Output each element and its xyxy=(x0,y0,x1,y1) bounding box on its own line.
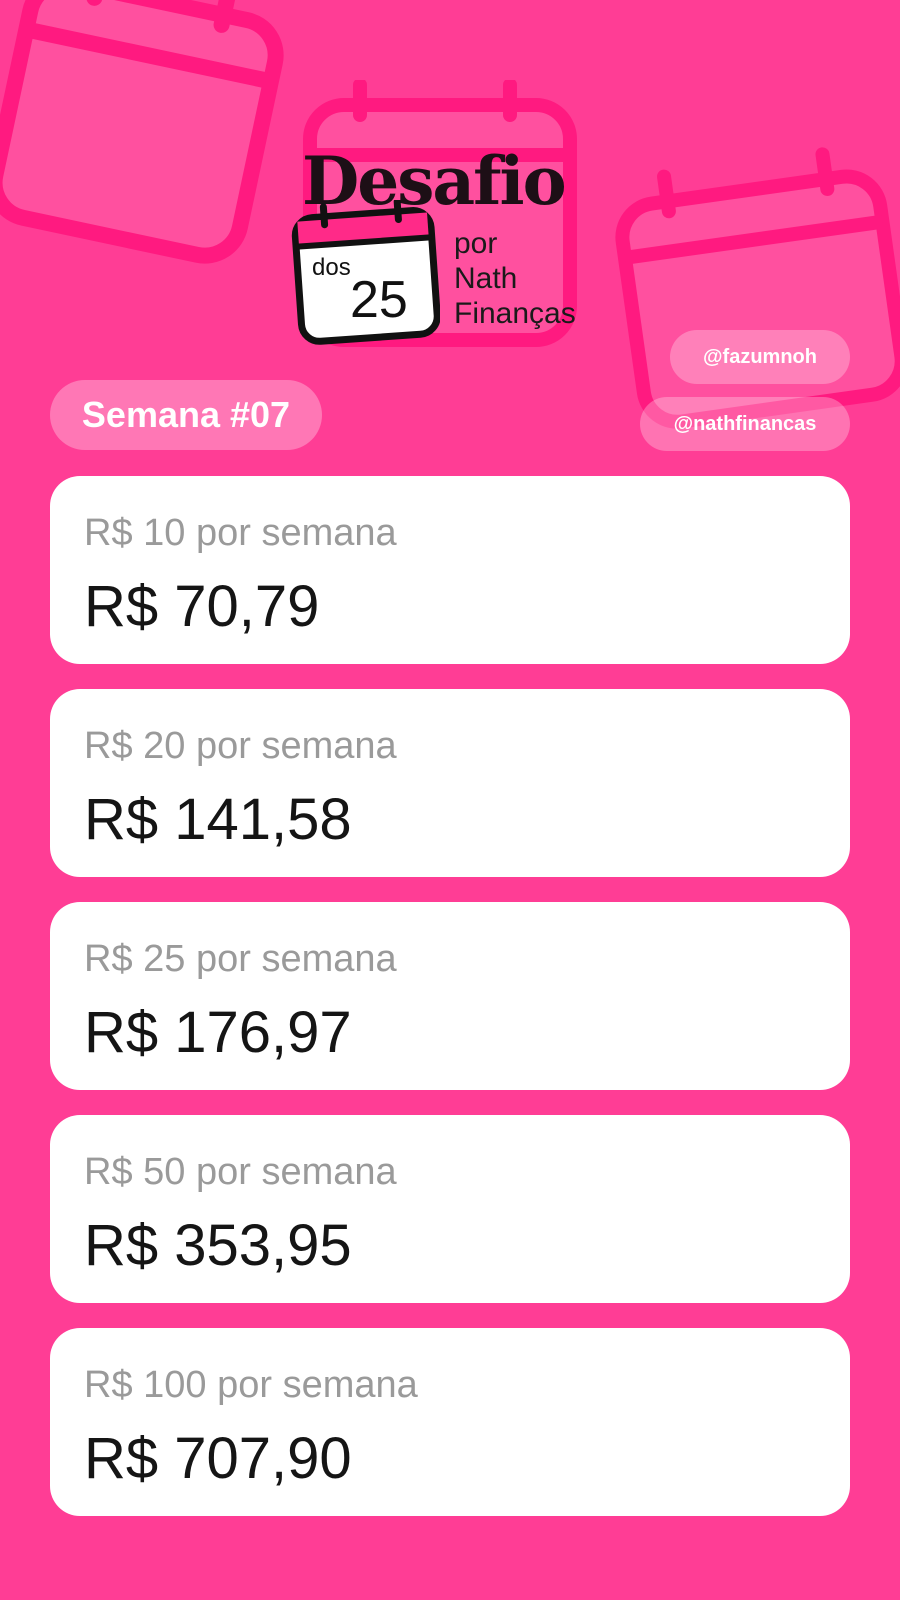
background-calendar-icon xyxy=(0,0,284,264)
savings-card: R$ 50 por semana R$ 353,95 xyxy=(50,1115,850,1303)
card-amount: R$ 70,79 xyxy=(84,574,320,639)
card-weekly-rate: R$ 100 por semana xyxy=(84,1364,418,1406)
card-amount: R$ 353,95 xyxy=(84,1213,352,1278)
handle-fazumnoh[interactable]: @fazumnoh xyxy=(670,330,850,384)
savings-card: R$ 25 por semana R$ 176,97 xyxy=(50,902,850,1090)
savings-card-list: R$ 10 por semana R$ 70,79 R$ 20 por sema… xyxy=(50,476,850,1541)
handle-nathfinancas[interactable]: @nathfinancas xyxy=(640,397,850,451)
card-amount: R$ 176,97 xyxy=(84,1000,352,1065)
background-calendar-icon xyxy=(615,147,900,429)
card-weekly-rate: R$ 20 por semana xyxy=(84,725,397,767)
logo-byline-por: por xyxy=(454,227,498,260)
savings-card: R$ 100 por semana R$ 707,90 xyxy=(50,1328,850,1516)
week-badge: Semana #07 xyxy=(50,380,322,450)
logo-calendar-number: 25 xyxy=(350,271,408,329)
card-amount: R$ 141,58 xyxy=(84,787,352,852)
card-weekly-rate: R$ 25 por semana xyxy=(84,938,397,980)
logo-calendar-dos: dos xyxy=(312,254,351,281)
logo-byline-nath: Nath xyxy=(454,262,518,295)
desafio-logo: Desafio dos 25 por Nath Finanças xyxy=(290,148,600,348)
card-weekly-rate: R$ 50 por semana xyxy=(84,1151,397,1193)
savings-card: R$ 10 por semana R$ 70,79 xyxy=(50,476,850,664)
logo-byline-financas: Finanças xyxy=(454,297,576,330)
card-amount: R$ 707,90 xyxy=(84,1426,352,1491)
card-weekly-rate: R$ 10 por semana xyxy=(84,512,397,554)
logo-byline: por Nath Finanças xyxy=(454,226,576,331)
savings-card: R$ 20 por semana R$ 141,58 xyxy=(50,689,850,877)
